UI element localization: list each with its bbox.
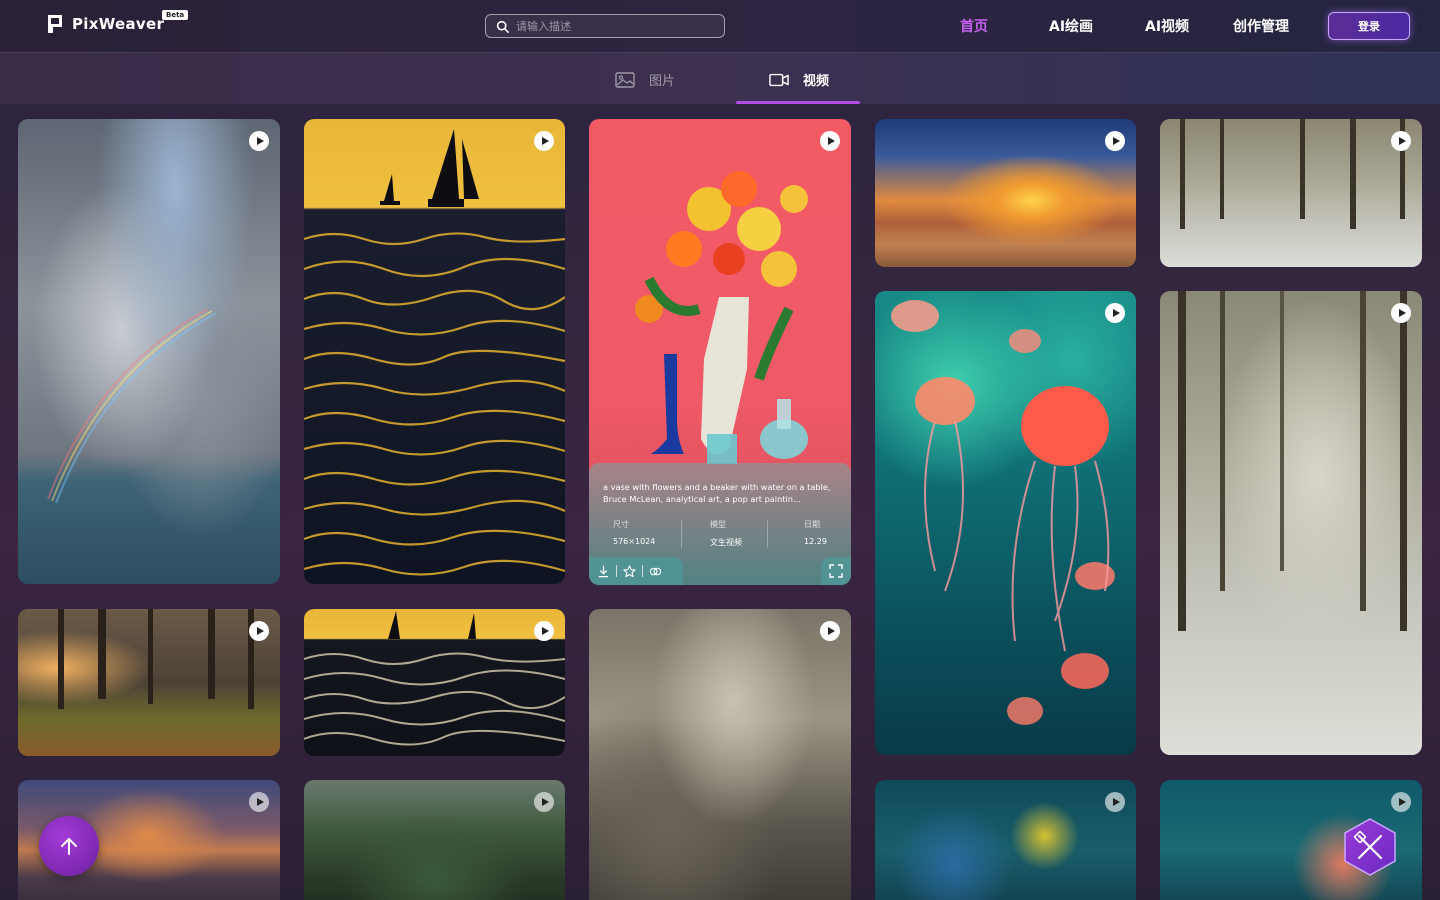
play-icon[interactable]	[249, 131, 269, 151]
video-card[interactable]	[1160, 291, 1422, 755]
video-card[interactable]	[875, 291, 1136, 755]
fullscreen-icon	[829, 564, 843, 578]
meta-model-label: 模型	[710, 520, 726, 529]
tab-videos-label: 视频	[803, 74, 830, 89]
search-input[interactable]	[516, 19, 716, 33]
active-tab-indicator	[736, 101, 860, 104]
video-card-featured[interactable]: a vase with flowers and a beaker with wa…	[589, 119, 851, 585]
play-icon[interactable]	[1391, 792, 1411, 812]
play-icon[interactable]	[534, 621, 554, 641]
video-icon	[769, 73, 789, 86]
play-icon[interactable]	[1105, 131, 1125, 151]
tab-images[interactable]: 图片	[615, 70, 675, 89]
video-card[interactable]	[18, 119, 280, 584]
video-card[interactable]	[875, 119, 1136, 267]
meta-size-value: 576×1024	[613, 537, 656, 546]
play-icon[interactable]	[1105, 303, 1125, 323]
snow-forest-tall-image	[1178, 291, 1407, 631]
video-card[interactable]	[304, 780, 565, 900]
video-card[interactable]	[304, 119, 565, 584]
rainbow-image	[47, 308, 217, 504]
download-icon[interactable]	[597, 565, 610, 578]
meta-size: 尺寸 576×1024	[613, 519, 655, 546]
create-tool-button[interactable]	[1342, 817, 1398, 877]
meta-date-value: 12.29	[804, 537, 827, 546]
play-icon[interactable]	[249, 621, 269, 641]
media-tabs: 图片 视频	[0, 53, 1440, 104]
logo-icon	[46, 13, 66, 35]
login-button[interactable]: 登录	[1328, 12, 1410, 40]
play-icon[interactable]	[1391, 303, 1411, 323]
play-icon[interactable]	[1391, 131, 1411, 151]
meta-date: 日期 12.29	[804, 519, 827, 546]
meta-divider	[681, 520, 682, 548]
nav-ai-painting[interactable]: AI绘画	[1049, 16, 1093, 36]
back-to-top-button[interactable]	[39, 816, 99, 876]
meta-size-label: 尺寸	[613, 520, 629, 529]
tab-videos[interactable]: 视频	[769, 70, 829, 89]
beta-badge: Beta	[162, 10, 189, 20]
video-card[interactable]	[1160, 119, 1422, 267]
sea-sailboats-image	[304, 129, 565, 576]
meta-model-value: 文生视频	[710, 538, 742, 547]
waves-sailboats-image	[304, 611, 565, 746]
meta-date-label: 日期	[804, 520, 820, 529]
brand-name: PixWeaver	[72, 15, 165, 33]
remix-icon[interactable]	[649, 565, 662, 578]
card-actions	[589, 557, 683, 585]
search-box[interactable]	[485, 14, 725, 38]
jellyfish-image	[891, 300, 1115, 725]
star-icon[interactable]	[623, 564, 636, 578]
play-icon[interactable]	[820, 621, 840, 641]
play-icon[interactable]	[1105, 792, 1125, 812]
image-icon	[615, 71, 635, 88]
top-bar: PixWeaver Beta 首页 AI绘画 AI视频 创作管理 登录	[0, 0, 1440, 53]
expand-button[interactable]	[821, 557, 851, 585]
play-icon[interactable]	[534, 131, 554, 151]
action-divider	[616, 565, 617, 577]
video-card[interactable]	[589, 609, 851, 900]
tab-images-label: 图片	[649, 74, 676, 89]
nav-creation-management[interactable]: 创作管理	[1233, 16, 1289, 36]
search-icon	[496, 20, 509, 33]
meta-divider	[767, 520, 768, 548]
video-description: a vase with flowers and a beaker with wa…	[603, 482, 831, 504]
play-icon[interactable]	[534, 792, 554, 812]
action-divider	[642, 565, 643, 577]
pencil-ruler-icon	[1344, 818, 1396, 876]
nav-home[interactable]: 首页	[960, 16, 988, 36]
forest-trees-image	[58, 609, 254, 709]
snow-forest-image	[1180, 119, 1405, 229]
play-icon[interactable]	[249, 792, 269, 812]
video-card[interactable]	[18, 609, 280, 756]
video-card[interactable]	[304, 609, 565, 756]
play-icon[interactable]	[820, 131, 840, 151]
video-card[interactable]	[875, 780, 1136, 900]
nav-ai-video[interactable]: AI视频	[1145, 16, 1189, 36]
brand-logo[interactable]: PixWeaver Beta	[46, 10, 189, 35]
arrow-up-icon	[61, 838, 77, 855]
meta-model: 模型 文生视频	[710, 519, 742, 548]
